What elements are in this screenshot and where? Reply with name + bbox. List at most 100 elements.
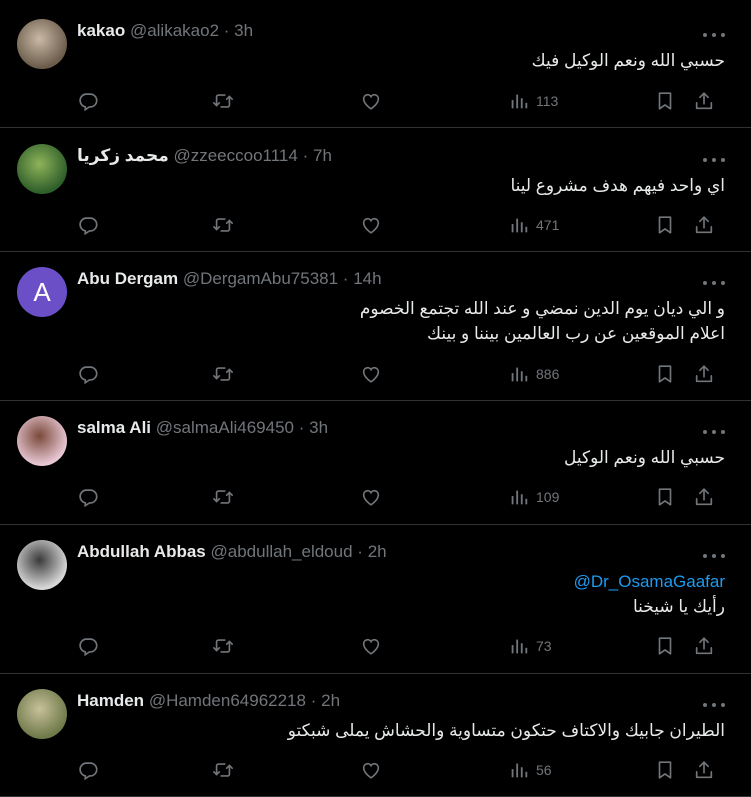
- bookmark-button[interactable]: [654, 89, 676, 113]
- more-icon[interactable]: [703, 701, 725, 709]
- more-icon[interactable]: [703, 156, 725, 164]
- views-button[interactable]: 56: [508, 758, 552, 782]
- reply-button[interactable]: [77, 758, 99, 782]
- timestamp[interactable]: 14h: [353, 269, 381, 288]
- share-button[interactable]: [693, 758, 715, 782]
- separator-dot: ·: [302, 146, 309, 165]
- like-button[interactable]: [360, 213, 382, 237]
- author-handle[interactable]: @alikakao2: [130, 21, 219, 40]
- separator-dot: ·: [298, 418, 305, 437]
- more-icon[interactable]: [703, 31, 725, 39]
- tweet-feed: kakao @alikakao2 · 3h حسبي الله ونعم الوك…: [0, 0, 751, 797]
- reply-button[interactable]: [77, 634, 99, 658]
- share-button[interactable]: [693, 634, 715, 658]
- tweet-text: اي واحد فيهم هدف مشروع لينا: [510, 176, 725, 195]
- timestamp[interactable]: 7h: [313, 146, 332, 165]
- share-button[interactable]: [693, 362, 715, 386]
- views-count: 56: [536, 762, 552, 778]
- timestamp[interactable]: 2h: [321, 691, 340, 710]
- author-name[interactable]: salma Ali: [77, 418, 151, 437]
- retweet-button[interactable]: [212, 213, 234, 237]
- share-button[interactable]: [693, 485, 715, 509]
- author-handle[interactable]: @zzeeccoo1114: [173, 146, 297, 165]
- like-icon: [360, 363, 382, 385]
- retweet-button[interactable]: [212, 89, 234, 113]
- retweet-button[interactable]: [212, 485, 234, 509]
- views-button[interactable]: 886: [508, 362, 559, 386]
- author-handle[interactable]: @Hamden64962218: [149, 691, 306, 710]
- retweet-button[interactable]: [212, 758, 234, 782]
- reply-button[interactable]: [77, 89, 99, 113]
- author-name[interactable]: Abu Dergam: [77, 269, 178, 288]
- retweet-button[interactable]: [212, 362, 234, 386]
- views-count: 109: [536, 489, 560, 505]
- avatar[interactable]: [17, 540, 67, 590]
- views-button[interactable]: 73: [508, 634, 552, 658]
- bookmark-button[interactable]: [654, 634, 676, 658]
- tweet[interactable]: Hamden @Hamden64962218 · 2h الطيران جابيك…: [0, 674, 751, 797]
- views-count: 471: [536, 217, 560, 233]
- bookmark-button[interactable]: [654, 485, 676, 509]
- tweet-actions: 109: [77, 485, 725, 509]
- like-icon: [360, 214, 382, 236]
- like-button[interactable]: [360, 485, 382, 509]
- more-icon[interactable]: [703, 552, 725, 560]
- tweet[interactable]: A Abu Dergam @DergamAbu75381 · 14h و الي د…: [0, 252, 751, 401]
- tweet[interactable]: محمد زكريا @zzeeccoo1114 · 7h اي واحد فيه…: [0, 128, 751, 252]
- tweet-header: Abu Dergam @DergamAbu75381 · 14h: [77, 269, 382, 289]
- share-button[interactable]: [693, 213, 715, 237]
- like-button[interactable]: [360, 89, 382, 113]
- bookmark-icon: [654, 759, 676, 781]
- views-icon: [508, 214, 530, 236]
- views-button[interactable]: 471: [508, 213, 559, 237]
- avatar[interactable]: [17, 144, 67, 194]
- author-handle[interactable]: @salmaAli469450: [156, 418, 294, 437]
- bookmark-button[interactable]: [654, 213, 676, 237]
- like-button[interactable]: [360, 362, 382, 386]
- views-count: 886: [536, 366, 560, 382]
- reply-button[interactable]: [77, 213, 99, 237]
- views-icon: [508, 90, 530, 112]
- avatar[interactable]: [17, 416, 67, 466]
- author-name[interactable]: Hamden: [77, 691, 144, 710]
- author-name[interactable]: محمد زكريا: [77, 146, 169, 165]
- tweet-actions: 73: [77, 634, 725, 658]
- author-name[interactable]: kakao: [77, 21, 125, 40]
- bookmark-button[interactable]: [654, 362, 676, 386]
- avatar[interactable]: [17, 689, 67, 739]
- timestamp[interactable]: 2h: [368, 542, 387, 561]
- like-button[interactable]: [360, 758, 382, 782]
- avatar[interactable]: A: [17, 267, 67, 317]
- share-button[interactable]: [693, 89, 715, 113]
- bookmark-icon: [654, 90, 676, 112]
- tweet[interactable]: kakao @alikakao2 · 3h حسبي الله ونعم الوك…: [0, 0, 751, 128]
- tweet[interactable]: salma Ali @salmaAli469450 · 3h حسبي الله …: [0, 401, 751, 525]
- more-icon[interactable]: [703, 428, 725, 436]
- retweet-button[interactable]: [212, 634, 234, 658]
- author-handle[interactable]: @abdullah_eldoud: [211, 542, 353, 561]
- tweet-header: Hamden @Hamden64962218 · 2h: [77, 691, 340, 711]
- like-button[interactable]: [360, 634, 382, 658]
- reply-button[interactable]: [77, 485, 99, 509]
- reply-icon: [77, 759, 99, 781]
- timestamp[interactable]: 3h: [234, 21, 253, 40]
- tweet-header: kakao @alikakao2 · 3h: [77, 21, 253, 41]
- tweet[interactable]: Abdullah Abbas @abdullah_eldoud · 2h @Dr_…: [0, 525, 751, 674]
- author-handle[interactable]: @DergamAbu75381: [183, 269, 338, 288]
- separator-dot: ·: [223, 21, 230, 40]
- tweet-header: Abdullah Abbas @abdullah_eldoud · 2h: [77, 542, 387, 562]
- like-icon: [360, 486, 382, 508]
- bookmark-button[interactable]: [654, 758, 676, 782]
- author-name[interactable]: Abdullah Abbas: [77, 542, 206, 561]
- avatar-letter: A: [33, 276, 51, 307]
- views-button[interactable]: 113: [508, 89, 558, 113]
- bookmark-icon: [654, 635, 676, 657]
- reply-button[interactable]: [77, 362, 99, 386]
- timestamp[interactable]: 3h: [309, 418, 328, 437]
- avatar[interactable]: [17, 19, 67, 69]
- bookmark-icon: [654, 214, 676, 236]
- like-icon: [360, 759, 382, 781]
- views-button[interactable]: 109: [508, 485, 559, 509]
- more-icon[interactable]: [703, 279, 725, 287]
- mention-link[interactable]: @Dr_OsamaGaafar: [77, 570, 725, 593]
